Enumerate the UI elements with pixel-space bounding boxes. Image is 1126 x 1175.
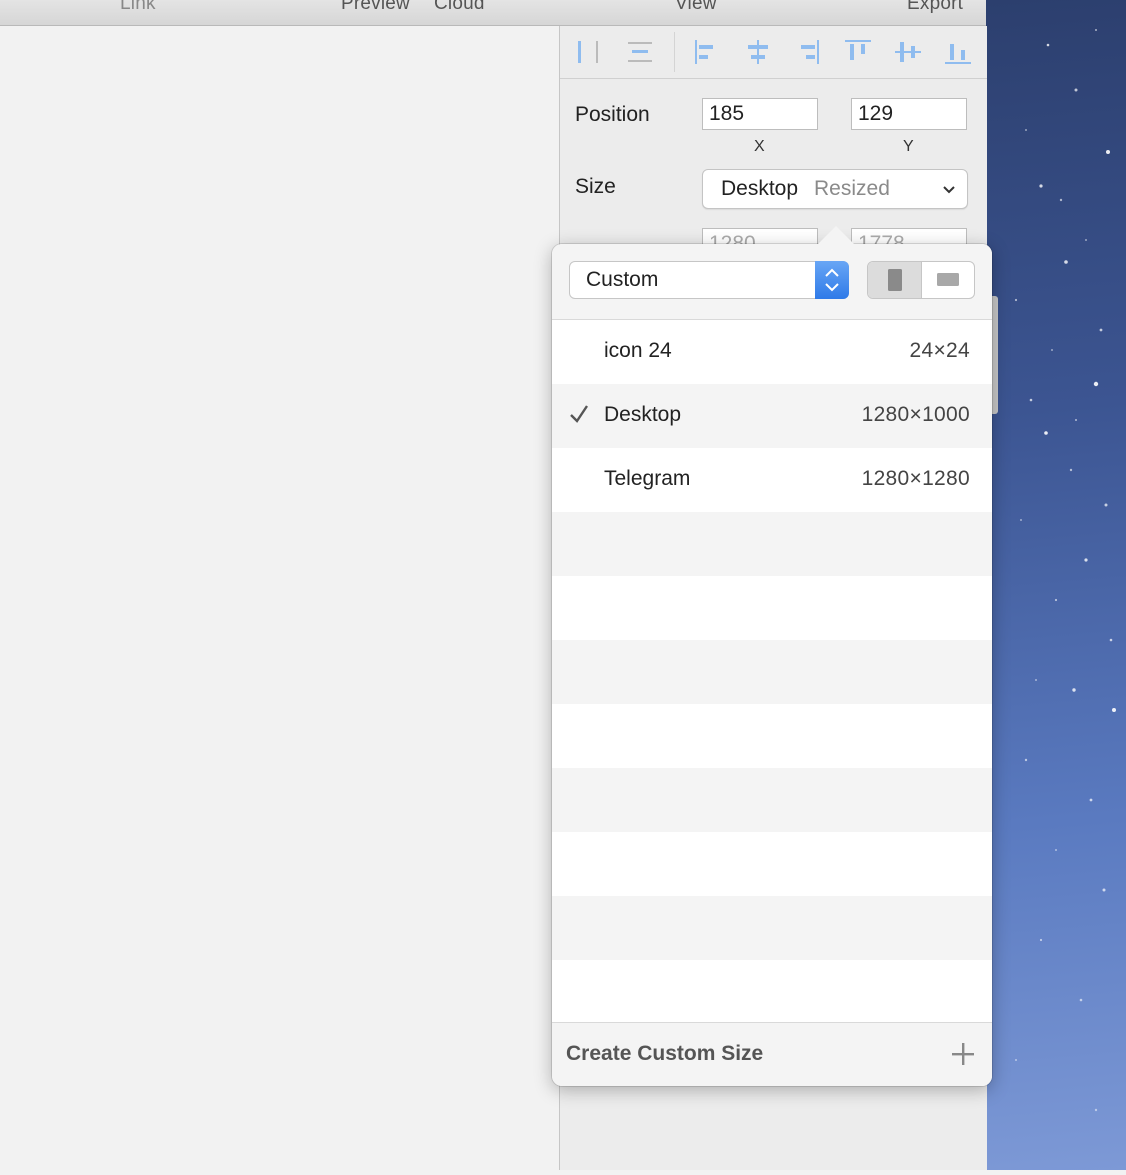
plus-icon [952,1043,974,1065]
toolbar-link[interactable]: Link [120,0,156,15]
empty-row [552,576,992,640]
select-stepper [815,261,849,299]
toolbar-preview[interactable]: Preview [341,0,410,15]
chevron-down-icon [943,186,955,194]
preset-category-select[interactable]: Custom [569,261,849,299]
empty-row [552,704,992,768]
align-right-icon[interactable] [792,36,824,68]
toolbar-cloud[interactable]: Cloud [434,0,485,15]
size-preset-item[interactable]: Desktop 1280×1000 [552,384,992,448]
align-middle-vertical-icon[interactable] [892,36,924,68]
position-x-input[interactable]: 185 [702,98,818,130]
starfield [1014,29,1116,1112]
align-left-icon[interactable] [690,36,722,68]
empty-row [552,768,992,832]
desktop-wallpaper [986,0,1126,1170]
preset-dimensions: 1280×1000 [861,403,970,426]
preset-name: Desktop [604,403,682,426]
landscape-button[interactable] [922,262,974,298]
toolbar-export[interactable]: Export [907,0,963,15]
empty-row [552,640,992,704]
preset-dimensions: 24×24 [909,339,970,362]
preset-name: Telegram [604,467,691,490]
empty-row [552,512,992,576]
alignment-toolbar [560,26,987,79]
size-label: Size [575,175,616,198]
alignment-separator [674,32,675,72]
distribute-vertical-icon[interactable] [624,36,656,68]
preset-category-label: Custom [586,268,659,291]
preset-dimensions: 1280×1280 [861,467,970,490]
y-label: Y [903,138,914,155]
popover-arrow [817,226,855,245]
portrait-icon [888,269,902,291]
create-custom-size-button[interactable]: Create Custom Size [552,1022,992,1086]
orientation-toggle [867,261,975,299]
size-preset-state: Resized [814,177,890,200]
size-presets-popover: Custom icon 24 24×24 Desktop 1280×1000 T… [552,244,992,1086]
x-label: X [754,138,765,155]
empty-row [552,896,992,960]
size-preset-select[interactable]: Desktop Resized [702,169,968,209]
checkmark-icon [570,405,588,423]
popover-header: Custom [552,244,992,320]
empty-row [552,832,992,896]
distribute-horizontal-icon[interactable] [572,36,604,68]
create-custom-size-label: Create Custom Size [566,1042,764,1065]
canvas[interactable] [0,26,558,1170]
size-preset-item[interactable]: Telegram 1280×1280 [552,448,992,512]
position-y-input[interactable]: 129 [851,98,967,130]
size-preset-name: Desktop [721,177,799,200]
toolbar-view[interactable]: View [675,0,717,15]
align-bottom-icon[interactable] [942,36,974,68]
size-preset-list: icon 24 24×24 Desktop 1280×1000 Telegram… [552,320,992,1024]
portrait-button[interactable] [868,262,922,298]
empty-row [552,960,992,1024]
align-top-icon[interactable] [842,36,874,68]
up-down-arrows-icon [825,268,839,292]
landscape-icon [937,273,959,286]
size-preset-item[interactable]: icon 24 24×24 [552,320,992,384]
position-label: Position [575,103,650,126]
preset-name: icon 24 [604,339,672,362]
align-center-horizontal-icon[interactable] [742,36,774,68]
toolbar: Link Preview Cloud View Export [0,0,986,26]
